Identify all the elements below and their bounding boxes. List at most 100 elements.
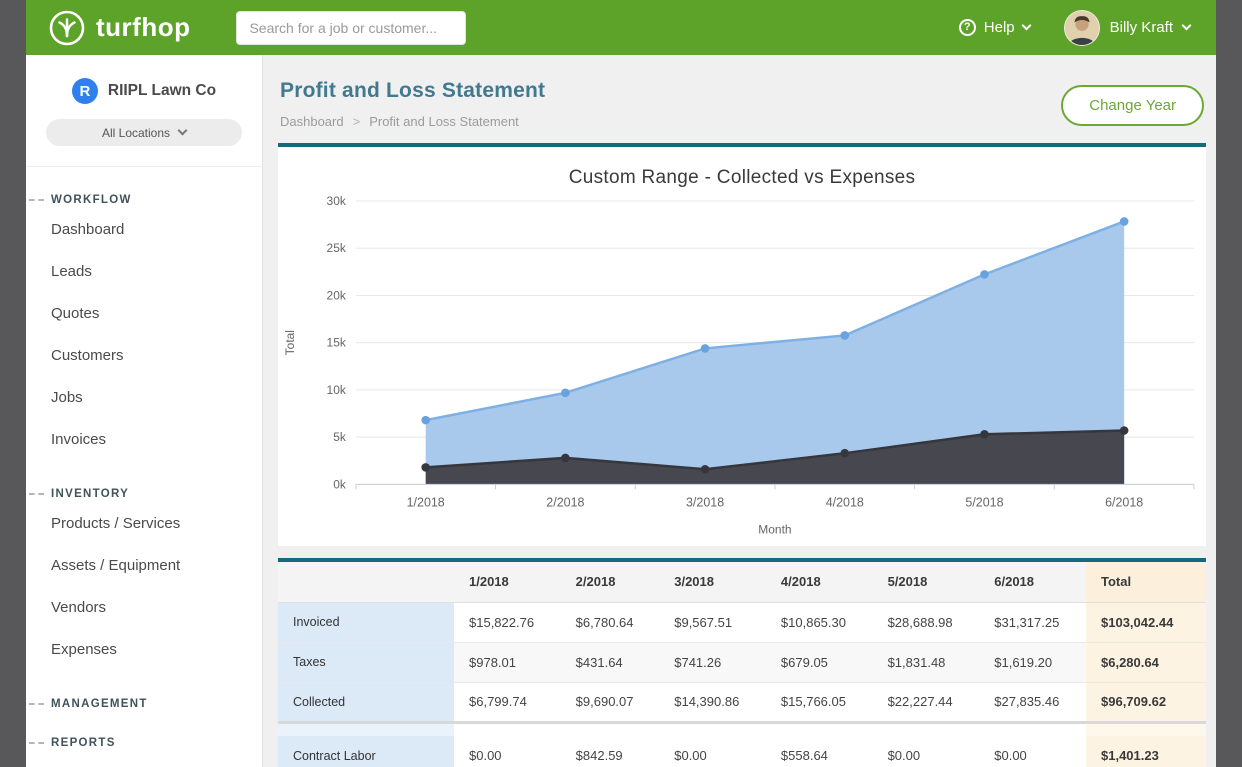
user-menu[interactable]: Billy Kraft bbox=[1064, 10, 1190, 46]
table-header-row: 1/20182/20183/20184/20185/20186/2018Tota… bbox=[278, 562, 1206, 602]
table-row-invoiced: Invoiced$15,822.76$6,780.64$9,567.51$10,… bbox=[278, 602, 1206, 642]
y-tick-label: 5k bbox=[333, 430, 346, 444]
y-tick-label: 30k bbox=[327, 194, 346, 208]
user-name: Billy Kraft bbox=[1110, 19, 1173, 36]
table-cell: $0.00 bbox=[979, 736, 1086, 767]
chevron-down-icon bbox=[1021, 21, 1031, 31]
locations-label: All Locations bbox=[102, 126, 170, 140]
column-header-3-2018: 3/2018 bbox=[659, 562, 766, 602]
locations-dropdown[interactable]: All Locations bbox=[46, 119, 242, 146]
row-total-cell: $96,709.62 bbox=[1086, 682, 1206, 722]
spacer-cell bbox=[454, 722, 1086, 736]
sidebar-item-products-services[interactable]: Products / Services bbox=[26, 503, 262, 545]
column-header-4-2018: 4/2018 bbox=[766, 562, 873, 602]
collected-point bbox=[561, 389, 570, 398]
table-cell: $0.00 bbox=[873, 736, 980, 767]
row-label: Collected bbox=[278, 682, 454, 722]
table-cell: $679.05 bbox=[766, 642, 873, 682]
expenses-point bbox=[980, 430, 989, 439]
table-cell: $431.64 bbox=[561, 642, 660, 682]
y-tick-label: 10k bbox=[327, 383, 346, 397]
row-total-cell: $103,042.44 bbox=[1086, 602, 1206, 642]
section-label: INVENTORY bbox=[51, 488, 129, 500]
collected-point bbox=[980, 270, 989, 279]
brand-logo[interactable]: turfhop bbox=[48, 9, 190, 47]
sidebar-item-jobs[interactable]: Jobs bbox=[26, 377, 262, 419]
table-row-collected: Collected$6,799.74$9,690.07$14,390.86$15… bbox=[278, 682, 1206, 722]
table-cell: $978.01 bbox=[454, 642, 561, 682]
expenses-point bbox=[561, 454, 570, 463]
company-name: RIIPL Lawn Co bbox=[108, 82, 216, 100]
x-axis-title: Month bbox=[758, 522, 791, 536]
avatar bbox=[1064, 10, 1100, 46]
collected-point bbox=[1120, 217, 1129, 226]
y-tick-label: 15k bbox=[327, 336, 346, 350]
table-cell: $842.59 bbox=[561, 736, 660, 767]
expenses-point bbox=[1120, 426, 1129, 435]
search-input[interactable] bbox=[236, 11, 466, 45]
breadcrumb-dashboard[interactable]: Dashboard bbox=[280, 114, 344, 129]
sidebar-item-leads[interactable]: Leads bbox=[26, 251, 262, 293]
table-cell: $1,831.48 bbox=[873, 642, 980, 682]
section-label: MANAGEMENT bbox=[51, 698, 148, 710]
breadcrumb-current: Profit and Loss Statement bbox=[369, 114, 519, 129]
sidebar-item-customers[interactable]: Customers bbox=[26, 335, 262, 377]
row-total-cell: $6,280.64 bbox=[1086, 642, 1206, 682]
sidebar-item-quotes[interactable]: Quotes bbox=[26, 293, 262, 335]
sidebar-item-invoices[interactable]: Invoices bbox=[26, 419, 262, 461]
page-header: Profit and Loss Statement Dashboard > Pr… bbox=[278, 55, 1206, 143]
column-header-5-2018: 5/2018 bbox=[873, 562, 980, 602]
sidebar-item-assets-equipment[interactable]: Assets / Equipment bbox=[26, 545, 262, 587]
chart-card: Custom Range - Collected vs Expenses 0k 5… bbox=[278, 143, 1206, 546]
section-spacer-row bbox=[278, 722, 1206, 736]
table-row-contract-labor: Contract Labor$0.00$842.59$0.00$558.64$0… bbox=[278, 736, 1206, 767]
table-cell: $10,865.30 bbox=[766, 602, 873, 642]
change-year-button[interactable]: Change Year bbox=[1061, 85, 1204, 126]
column-header-2-2018: 2/2018 bbox=[561, 562, 660, 602]
x-tick-label: 4/2018 bbox=[826, 495, 864, 509]
expenses-point bbox=[701, 465, 710, 474]
brand-name: turfhop bbox=[96, 12, 190, 43]
chart-title: Custom Range - Collected vs Expenses bbox=[278, 147, 1206, 191]
table-cell: $741.26 bbox=[659, 642, 766, 682]
app-window: turfhop ? Help Billy Kraft bbox=[26, 0, 1216, 767]
pl-table: 1/20182/20183/20184/20185/20186/2018Tota… bbox=[278, 562, 1206, 767]
page-title: Profit and Loss Statement bbox=[280, 79, 545, 103]
collected-point bbox=[840, 331, 849, 340]
section-dash-icon bbox=[29, 742, 44, 744]
table-cell: $9,567.51 bbox=[659, 602, 766, 642]
sidebar-section-workflow[interactable]: WORKFLOW bbox=[26, 194, 262, 206]
company-header: R RIIPL Lawn Co bbox=[26, 55, 262, 119]
body-row: R RIIPL Lawn Co All Locations WORKFLOW Da… bbox=[26, 55, 1216, 767]
table-cell: $1,619.20 bbox=[979, 642, 1086, 682]
help-icon: ? bbox=[959, 19, 976, 36]
sidebar-section-reports[interactable]: REPORTS bbox=[26, 737, 262, 749]
sidebar-item-dashboard[interactable]: Dashboard bbox=[26, 209, 262, 251]
pl-table-card: 1/20182/20183/20184/20185/20186/2018Tota… bbox=[278, 558, 1206, 767]
y-tick-label: 20k bbox=[327, 288, 346, 302]
table-cell: $9,690.07 bbox=[561, 682, 660, 722]
table-cell: $28,688.98 bbox=[873, 602, 980, 642]
y-tick-label: 0k bbox=[333, 477, 346, 491]
sidebar-item-expenses[interactable]: Expenses bbox=[26, 629, 262, 671]
row-label: Invoiced bbox=[278, 602, 454, 642]
chevron-down-icon bbox=[178, 126, 188, 136]
y-axis-title: Total bbox=[283, 330, 297, 355]
sidebar-item-vendors[interactable]: Vendors bbox=[26, 587, 262, 629]
topbar-right: ? Help Billy Kraft bbox=[959, 10, 1190, 46]
table-cell: $0.00 bbox=[454, 736, 561, 767]
main-content: Profit and Loss Statement Dashboard > Pr… bbox=[263, 55, 1216, 767]
table-cell: $558.64 bbox=[766, 736, 873, 767]
sidebar-section-inventory[interactable]: INVENTORY bbox=[26, 488, 262, 500]
table-cell: $31,317.25 bbox=[979, 602, 1086, 642]
section-label: REPORTS bbox=[51, 737, 116, 749]
table-cell: $27,835.46 bbox=[979, 682, 1086, 722]
section-label: WORKFLOW bbox=[51, 194, 132, 206]
table-cell: $22,227.44 bbox=[873, 682, 980, 722]
row-label: Contract Labor bbox=[278, 736, 454, 767]
company-badge: R bbox=[72, 78, 98, 104]
help-menu[interactable]: ? Help bbox=[959, 19, 1030, 36]
table-row-taxes: Taxes$978.01$431.64$741.26$679.05$1,831.… bbox=[278, 642, 1206, 682]
sidebar-section-management[interactable]: MANAGEMENT bbox=[26, 698, 262, 710]
row-label: Taxes bbox=[278, 642, 454, 682]
